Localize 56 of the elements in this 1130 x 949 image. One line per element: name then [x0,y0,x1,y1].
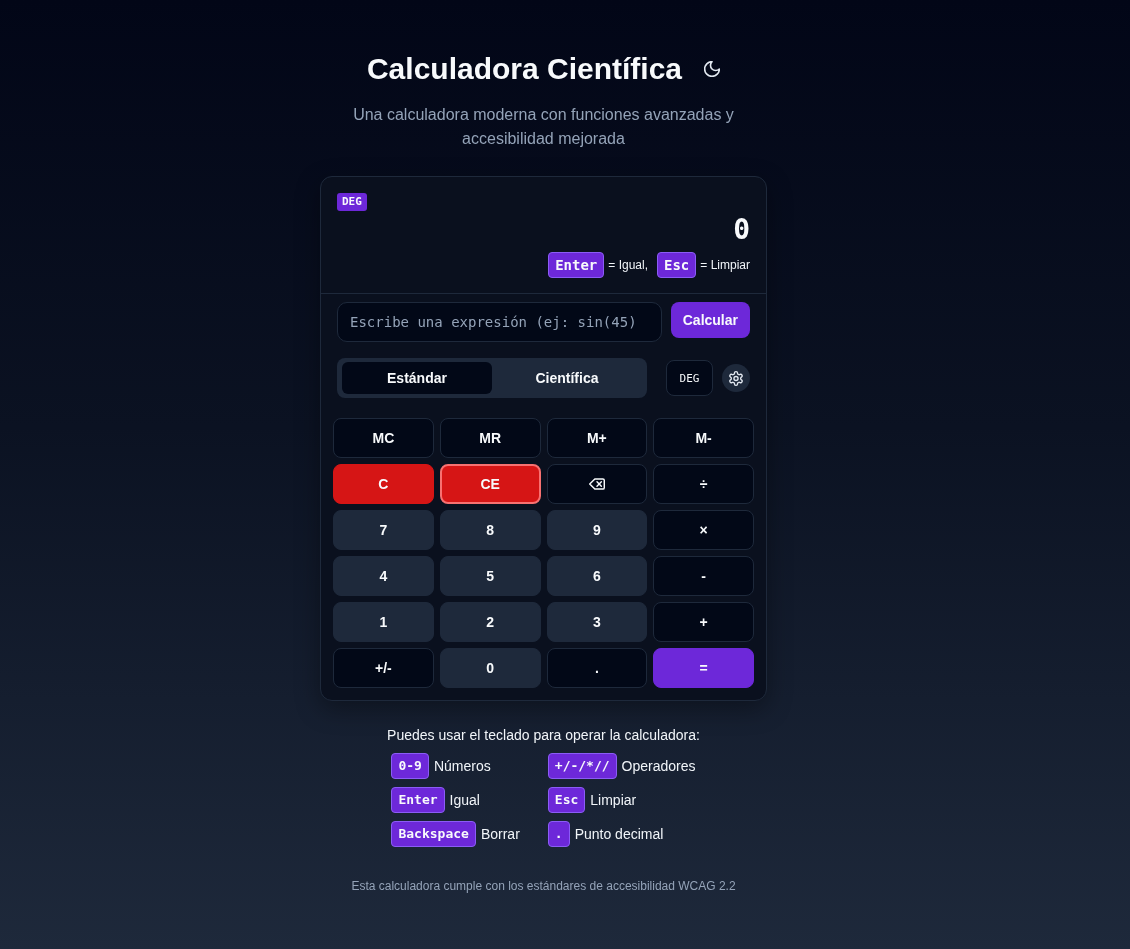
mode-tab[interactable]: Científica [492,362,642,394]
calculate-button[interactable]: Calcular [670,302,750,338]
page-subtitle: Una calculadora moderna con funciones avanzadas y accesibilidad mejorada [352,105,735,149]
digit-key[interactable]: 8 [439,510,541,550]
keyboard-key-label: Esc [657,252,697,278]
digit-key[interactable]: 7 [333,510,434,550]
shortcut-description: Punto decimal [574,826,664,842]
keyboard-key-label: +/-/*// [547,753,617,779]
moon-icon [704,61,721,77]
settings-button[interactable] [722,364,750,392]
operator-key[interactable]: . [546,648,648,688]
keyboard-key-label: Backspace [391,821,476,847]
digit-key[interactable]: 5 [439,556,541,596]
footer-note: Esta calculadora cumple con los estándares de accesibilidad WCAG 2.2 [351,878,736,894]
operator-key[interactable]: ÷ [653,464,754,504]
theme-toggle-button[interactable] [704,61,721,77]
shortcut-description: Igual [449,792,480,808]
clear-key[interactable]: C [333,464,434,504]
memory-key[interactable]: M+ [546,418,648,458]
backspace-icon [588,478,605,490]
operator-key[interactable]: +/- [333,648,434,688]
digit-key[interactable]: 2 [439,602,541,642]
keyboard-key-label: 0-9 [391,753,429,779]
settings-icon [729,370,743,386]
keyboard-help-title: Puedes usar el teclado para operar la calculadora: [387,726,700,745]
memory-key[interactable]: M- [653,418,754,458]
operator-key[interactable]: + [653,602,754,642]
angle-mode-badge: DEG [337,193,367,211]
backspace-key[interactable] [546,464,648,504]
shortcut-description: = Limpiar [700,258,750,272]
operator-key[interactable]: - [653,556,754,596]
shortcut-description: Operadores [621,758,696,774]
keyboard-key-label: Enter [391,787,445,813]
keyboard-key-label: Enter [548,252,605,278]
memory-key[interactable]: MC [333,418,434,458]
angle-unit-button[interactable]: DEG [666,360,713,396]
digit-key[interactable]: 6 [546,556,648,596]
digit-key[interactable]: 0 [439,648,541,688]
expression-input[interactable]: Escribe una expresión (ej: sin(45) [337,302,662,342]
display-value: 0 [733,213,750,247]
digit-key[interactable]: 4 [333,556,434,596]
shortcut-description: Borrar [480,826,520,842]
digit-key[interactable]: 9 [546,510,648,550]
mode-tab[interactable]: Estándar [342,362,492,394]
digit-key[interactable]: 3 [546,602,648,642]
equals-key[interactable]: = [653,648,754,688]
shortcut-description: = Igual, [608,258,648,272]
clear-key[interactable]: CE [439,464,541,504]
keyboard-key-label: . [547,821,570,847]
operator-key[interactable]: × [653,510,754,550]
shortcut-description: Números [433,758,491,774]
shortcut-description: Limpiar [590,792,637,808]
digit-key[interactable]: 1 [333,602,434,642]
memory-key[interactable]: MR [439,418,541,458]
keyboard-key-label: Esc [547,787,586,813]
page-title: Calculadora Científica [366,51,683,87]
